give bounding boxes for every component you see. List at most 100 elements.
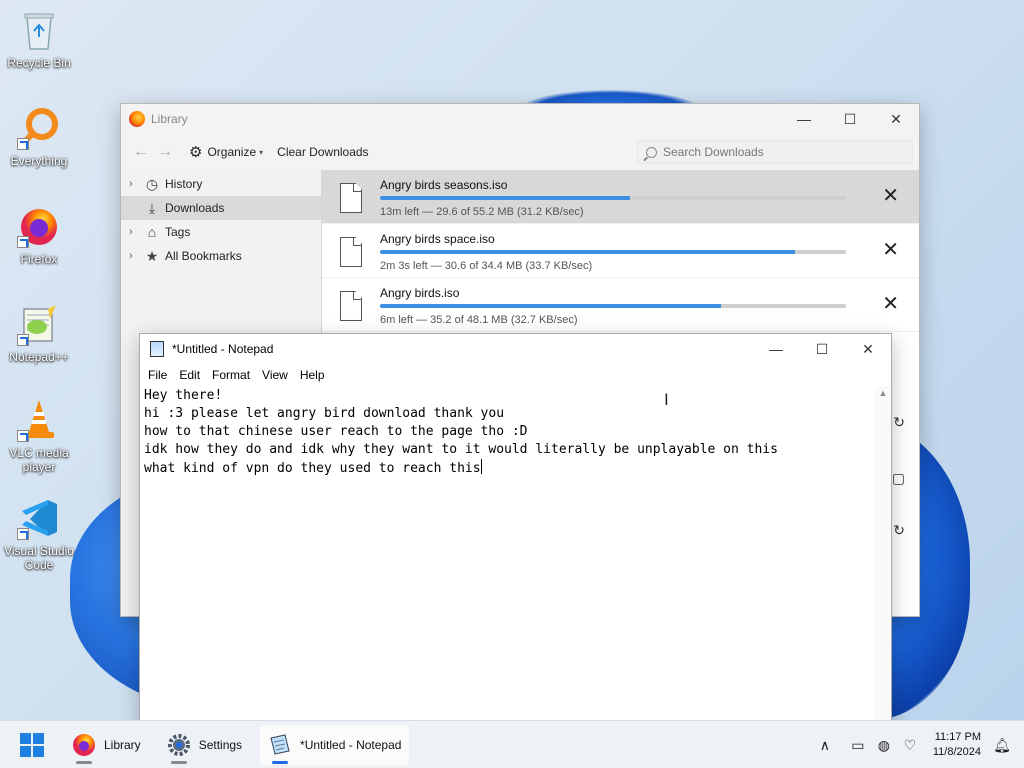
clock-time: 11:17 PM xyxy=(934,731,981,743)
desktop-icon-vscode[interactable]: Visual Studio Code xyxy=(4,496,74,572)
vertical-scrollbar[interactable]: ▲ xyxy=(875,386,891,732)
battery-icon[interactable]: ♡ xyxy=(898,737,922,754)
tag-icon: ⌂ xyxy=(147,224,157,240)
chevron-right-icon[interactable]: › xyxy=(129,226,143,238)
text-caret xyxy=(480,459,482,474)
desktop-icon-firefox[interactable]: Firefox xyxy=(4,204,74,266)
folder-icon[interactable]: ▢ xyxy=(892,470,905,487)
menu-file[interactable]: File xyxy=(142,368,173,382)
download-progress-bar xyxy=(380,304,846,308)
download-row[interactable]: Angry birds space.iso 2m 3s left — 30.6 … xyxy=(322,224,919,278)
download-row[interactable]: Angry birds seasons.iso 13m left — 29.6 … xyxy=(322,170,919,224)
chevron-up-icon[interactable]: ∧ xyxy=(813,737,837,754)
notepad-text-area[interactable]: Hey there! hi :3 please let angry bird d… xyxy=(140,386,891,732)
download-name: Angry birds space.iso xyxy=(380,232,495,246)
clock-icon: ◷ xyxy=(145,175,159,192)
minimize-button[interactable]: — xyxy=(781,104,827,134)
clear-downloads-label: Clear Downloads xyxy=(277,145,369,159)
everything-search-icon xyxy=(17,106,61,150)
taskbar-app-settings[interactable]: Settings xyxy=(159,725,250,765)
notepad-titlebar[interactable]: *Untitled - Notepad — ☐ ✕ xyxy=(140,334,891,364)
close-button[interactable]: ✕ xyxy=(845,334,891,364)
menu-format[interactable]: Format xyxy=(206,368,256,382)
start-button[interactable] xyxy=(20,732,44,757)
chevron-down-icon: ▾ xyxy=(259,147,264,157)
download-row[interactable]: Angry birds.iso 6m left — 35.2 of 48.1 M… xyxy=(322,278,919,332)
clock-date: 11/8/2024 xyxy=(932,746,981,758)
star-icon: ★ xyxy=(145,247,159,264)
clock[interactable]: 11:17 PM 11/8/2024 xyxy=(933,730,981,760)
minimize-button[interactable]: — xyxy=(753,334,799,364)
chevron-right-icon[interactable]: › xyxy=(129,178,143,190)
shortcut-arrow-icon xyxy=(17,236,29,248)
desktop-icon-label: Everything xyxy=(10,154,68,168)
firefox-icon xyxy=(17,204,61,248)
file-icon xyxy=(340,237,362,267)
notification-bell-icon[interactable]: 🔔︎ xyxy=(990,737,1014,754)
menu-edit[interactable]: Edit xyxy=(173,368,206,382)
download-name: Angry birds.iso xyxy=(380,286,460,300)
taskbar-app-notepad[interactable]: *Untitled - Notepad xyxy=(260,724,410,765)
download-status: 13m left — 29.6 of 55.2 MB (31.2 KB/sec) xyxy=(380,206,584,218)
maximize-button[interactable]: ☐ xyxy=(827,104,873,134)
sidebar-item-history[interactable]: › ◷ History xyxy=(121,172,321,196)
sidebar-item-all-bookmarks[interactable]: › ★ All Bookmarks xyxy=(121,244,321,268)
desktop-icon-everything[interactable]: Everything xyxy=(4,106,74,168)
cancel-download-button[interactable]: ✕ xyxy=(882,294,899,314)
library-titlebar[interactable]: Library — ☐ ✕ xyxy=(121,104,919,134)
text-line: Hey there! xyxy=(144,388,223,403)
taskbar-app-label: Settings xyxy=(198,737,243,752)
shortcut-arrow-icon xyxy=(17,430,29,442)
sidebar-item-tags[interactable]: › ⌂ Tags xyxy=(121,220,321,244)
text-line: hi :3 please let angry bird download tha… xyxy=(144,406,505,421)
vlc-cone-icon xyxy=(17,398,61,442)
scroll-up-arrow-icon[interactable]: ▲ xyxy=(875,388,891,398)
taskbar: Library Settings *Untitled - Notepad ∧ ▭… xyxy=(0,720,1024,768)
running-indicator xyxy=(170,760,187,764)
shortcut-arrow-icon xyxy=(17,138,29,150)
desktop-icon-vlc[interactable]: VLC media player xyxy=(4,398,74,474)
download-name: Angry birds seasons.iso xyxy=(380,178,508,192)
network-icon[interactable]: ▭ xyxy=(846,737,870,754)
search-downloads-input[interactable]: Search Downloads xyxy=(637,140,913,164)
shortcut-arrow-icon xyxy=(17,334,29,346)
running-indicator xyxy=(76,760,92,764)
organize-button[interactable]: ⚙ Organize ▾ xyxy=(189,143,263,161)
cancel-download-button[interactable]: ✕ xyxy=(882,186,899,206)
maximize-button[interactable]: ☐ xyxy=(799,334,845,364)
ibeam-cursor-icon: I xyxy=(664,390,669,409)
retry-icon[interactable]: ↻ xyxy=(893,414,905,431)
sidebar-item-label: All Bookmarks xyxy=(165,249,242,263)
notepadpp-icon xyxy=(17,302,61,346)
chevron-right-icon[interactable]: › xyxy=(129,250,143,262)
forward-arrow-icon[interactable]: → xyxy=(153,143,177,161)
sidebar-item-downloads[interactable]: ⤓ Downloads xyxy=(121,196,321,220)
download-status: 6m left — 35.2 of 48.1 MB (32.7 KB/sec) xyxy=(380,314,578,326)
gear-icon: ⚙ xyxy=(189,144,203,161)
volume-icon[interactable]: ◍ xyxy=(872,737,896,754)
search-icon xyxy=(646,146,657,158)
menu-help[interactable]: Help xyxy=(294,368,331,382)
menu-view[interactable]: View xyxy=(256,368,294,382)
organize-label: Organize xyxy=(207,145,257,159)
notepad-icon xyxy=(270,733,290,755)
sidebar-item-label: Downloads xyxy=(165,201,225,215)
vscode-icon xyxy=(17,496,61,540)
download-progress-bar xyxy=(380,196,846,200)
back-arrow-icon[interactable]: ← xyxy=(129,143,153,161)
taskbar-app-label: Library xyxy=(104,737,141,752)
desktop-icon-label: Visual Studio Code xyxy=(4,544,74,572)
sidebar-item-label: Tags xyxy=(165,225,191,239)
close-button[interactable]: ✕ xyxy=(873,104,919,134)
clear-downloads-button[interactable]: Clear Downloads xyxy=(277,145,368,159)
desktop-icon-label: Firefox xyxy=(20,252,58,266)
download-status: 2m 3s left — 30.6 of 34.4 MB (33.7 KB/se… xyxy=(380,260,593,272)
desktop-icon-recycle-bin[interactable]: Recycle Bin xyxy=(4,8,74,70)
desktop-icon-notepadpp[interactable]: Notepad++ xyxy=(4,302,74,364)
retry-icon[interactable]: ↻ xyxy=(893,522,905,539)
sidebar-item-label: History xyxy=(165,177,203,191)
desktop-icon-label: VLC media player xyxy=(9,446,69,474)
taskbar-app-library[interactable]: Library xyxy=(64,725,149,765)
cancel-download-button[interactable]: ✕ xyxy=(882,240,899,260)
firefox-icon xyxy=(129,111,145,127)
